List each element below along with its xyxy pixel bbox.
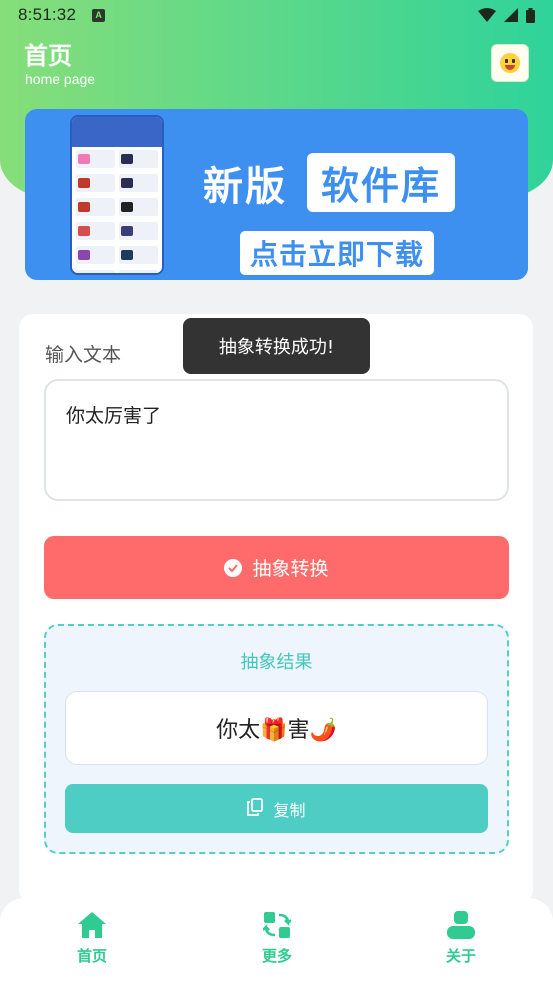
battery-icon [526,7,535,23]
laughing-face-icon [500,53,520,73]
nav-item-more[interactable]: 更多 [237,911,317,966]
nav-item-about[interactable]: 关于 [421,911,501,966]
notification-badge: A [92,8,106,22]
copy-icon [247,797,264,820]
result-title: 抽象结果 [240,652,313,673]
banner-highlight: 软件库 [307,153,456,212]
nav-label-home: 首页 [76,947,107,965]
result-value: 你太🎁害🌶️ [65,691,488,765]
convert-button-label: 抽象转换 [252,558,329,580]
nav-item-home[interactable]: 首页 [52,911,132,966]
page-subtitle: home page [25,71,96,87]
copy-button-label: 复制 [273,800,306,820]
toast-message: 抽象转换成功! [183,318,370,374]
user-icon [446,911,476,939]
nav-label-more: 更多 [261,947,292,965]
page-title: 首页 [24,42,72,70]
banner-title: 新版 [203,163,287,210]
status-bar: 8:51:32 A [0,0,553,30]
check-circle-icon [224,558,243,577]
convert-button[interactable]: 抽象转换 [44,536,509,599]
status-time: 8:51:32 [18,5,77,24]
signal-icon [504,8,518,22]
copy-button[interactable]: 复制 [65,784,488,833]
avatar[interactable] [491,44,529,82]
swap-icon [263,911,291,939]
wifi-icon [478,8,496,22]
phone-mockup-image [70,115,164,275]
download-cta[interactable]: 点击立即下载 [240,231,435,275]
nav-label-about: 关于 [445,947,476,965]
promo-banner[interactable]: 新版 软件库 点击立即下载 [25,109,528,280]
home-icon [77,911,107,939]
input-label: 输入文本 [45,344,122,366]
text-input[interactable]: 你太厉害了 [44,379,509,501]
